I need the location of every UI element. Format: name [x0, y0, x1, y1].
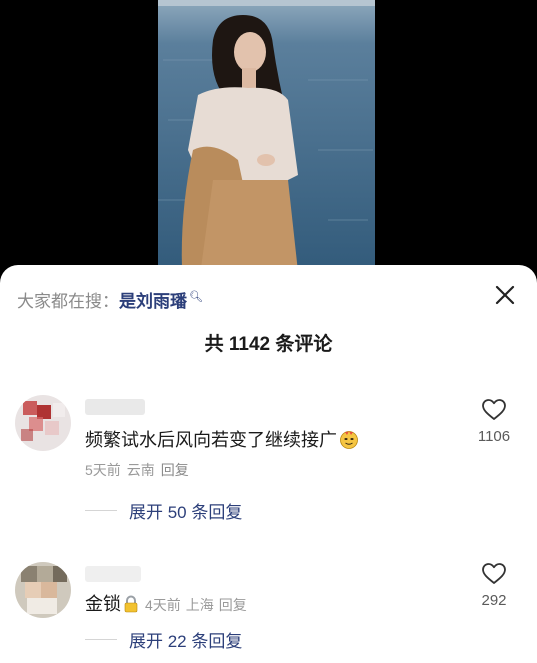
comment-meta: 4天前 上海 回复: [145, 597, 252, 613]
video-frame[interactable]: [158, 0, 375, 290]
app-screen: 大家都在搜：是刘雨璠 🔍︎ 共 1142 条评论 频繁试水后风向若变了继续接广 …: [0, 0, 537, 663]
comment-meta: 5天前 云南 回复: [85, 460, 195, 480]
divider-line: [85, 639, 117, 640]
heart-icon: [482, 399, 506, 420]
avatar[interactable]: [15, 562, 71, 618]
like-button[interactable]: 1106: [469, 398, 519, 445]
search-icon: 🔍︎: [189, 291, 203, 304]
video-thumbnail: [158, 0, 375, 290]
comment-time: 4天前: [145, 597, 181, 613]
like-count: 292: [481, 592, 507, 609]
divider-line: [85, 510, 117, 511]
expand-replies-button[interactable]: 展开 22 条回复: [85, 627, 242, 652]
like-count: 1106: [477, 428, 511, 445]
close-button[interactable]: [493, 283, 517, 307]
comment-time: 5天前: [85, 462, 121, 478]
reply-button[interactable]: 回复: [161, 462, 189, 478]
comment-text: 频繁试水后风向若变了继续接广: [85, 426, 359, 452]
search-suggestion[interactable]: 大家都在搜：是刘雨璠 🔍︎: [17, 287, 203, 312]
video-player[interactable]: [0, 0, 537, 290]
sly-face-emoji: [339, 429, 359, 449]
expand-replies-button[interactable]: 展开 50 条回复: [85, 498, 242, 523]
username-blurred[interactable]: [85, 566, 141, 582]
comment-location: 上海: [185, 597, 214, 613]
comment-item: 金锁 4天前 上海 回复 展开 22 条回复 292: [0, 560, 537, 663]
lock-emoji: [123, 595, 139, 613]
comment-location: 云南: [126, 462, 155, 478]
comment-item: 频繁试水后风向若变了继续接广 5天前 云南 回复 展开 50 条回复 1106: [0, 393, 537, 523]
like-button[interactable]: 292: [469, 562, 519, 609]
heart-icon: [482, 563, 506, 584]
close-icon: [495, 285, 515, 305]
comment-sheet: 大家都在搜：是刘雨璠 🔍︎ 共 1142 条评论 频繁试水后风向若变了继续接广 …: [0, 265, 537, 663]
username-blurred[interactable]: [85, 399, 145, 415]
search-term-link[interactable]: 是刘雨璠: [119, 292, 187, 311]
reply-button[interactable]: 回复: [219, 597, 247, 613]
comment-text: 金锁 4天前 上海 回复: [85, 590, 252, 616]
avatar[interactable]: [15, 395, 71, 451]
search-prefix: 大家都在搜：: [17, 292, 119, 311]
comment-count-title: 共 1142 条评论: [204, 334, 333, 355]
